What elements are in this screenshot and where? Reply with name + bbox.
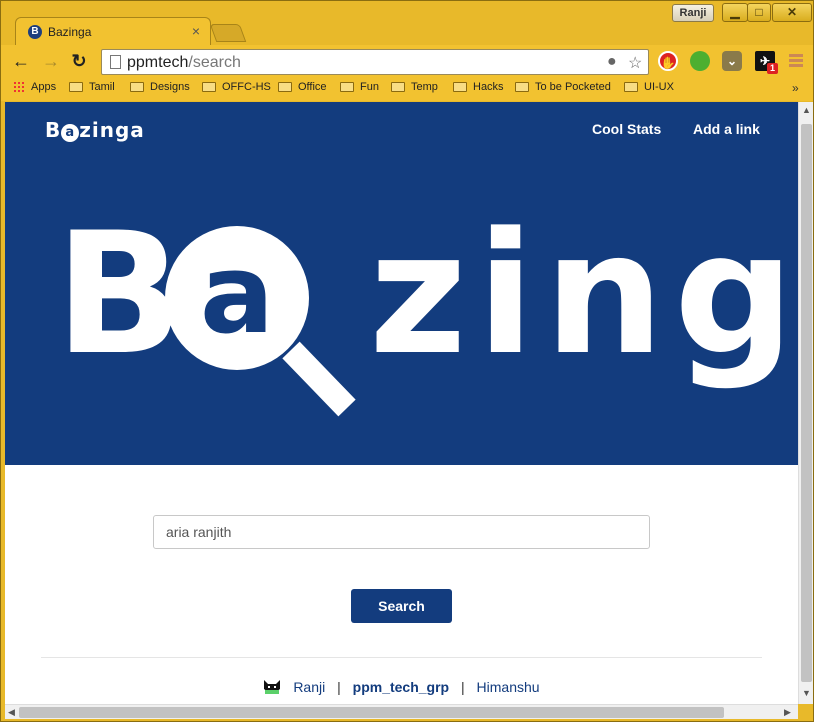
folder-icon [202, 82, 216, 92]
bazinga-favicon-icon: B [28, 25, 42, 39]
hero-logo-rest: zinga [369, 202, 798, 392]
bookmark-hacks[interactable]: Hacks [453, 81, 504, 93]
folder-icon [69, 82, 83, 92]
footer-divider [41, 657, 762, 658]
url-text: ppmtech/search [127, 54, 241, 71]
browser-toolbar: ← → ↻ ppmtech/search ● ☆ ✋ ⌄ ✈ 1 [1, 45, 813, 77]
hero-logo-a: a [200, 230, 274, 358]
profile-badge[interactable]: Ranji [672, 4, 714, 22]
vertical-scrollbar[interactable]: ▲ ▼ [798, 102, 813, 704]
folder-icon [391, 82, 405, 92]
extension-badge: 1 [767, 63, 778, 74]
folder-icon [278, 82, 292, 92]
bookmarks-bar: Apps Tamil Designs OFFC-HS Office Fun Te… [1, 77, 813, 101]
folder-icon [130, 82, 144, 92]
logo-magnifier-icon: a [61, 124, 80, 142]
footer-separator: | [337, 679, 341, 695]
pocket-icon[interactable]: ⌄ [722, 51, 742, 71]
address-bar[interactable]: ppmtech/search ● ☆ [101, 49, 649, 75]
bookmark-offc-hs[interactable]: OFFC-HS [202, 81, 271, 93]
bookmark-designs[interactable]: Designs [130, 81, 190, 93]
reload-icon[interactable]: ↻ [69, 51, 89, 71]
tab-title: Bazinga [48, 25, 92, 39]
evernote-icon[interactable] [690, 51, 710, 71]
footer: Ranji | ppm_tech_grp | Himanshu [5, 679, 798, 695]
bookmark-apps[interactable]: Apps [13, 81, 56, 93]
footer-group-link[interactable]: ppm_tech_grp [353, 679, 449, 695]
footer-user-link[interactable]: Ranji [293, 679, 325, 695]
back-arrow-icon[interactable]: ← [11, 51, 31, 71]
scroll-left-icon[interactable]: ◀ [8, 707, 15, 718]
bookmark-tamil[interactable]: Tamil [69, 81, 115, 93]
hero-logo: B a zinga [5, 202, 798, 462]
hero-banner: Bazinga Cool Stats Add a link B a zinga [5, 102, 798, 465]
scroll-right-icon[interactable]: ▶ [784, 707, 791, 718]
close-window-button[interactable]: ✕ [772, 3, 812, 22]
title-bar: B Bazinga × Ranji ▁ □ ✕ [1, 1, 813, 46]
bookmark-ui-ux[interactable]: UI-UX [624, 81, 674, 93]
minimize-button[interactable]: ▁ [722, 3, 748, 22]
search-input[interactable] [153, 515, 650, 549]
site-logo[interactable]: Ba zinga [45, 118, 145, 142]
bookmark-to-be-pocketed[interactable]: To be Pocketed [515, 81, 611, 93]
vertical-scroll-thumb[interactable] [801, 124, 812, 682]
lightbulb-icon[interactable]: ● [607, 53, 617, 71]
close-tab-icon[interactable]: × [192, 23, 200, 39]
page-icon [110, 55, 121, 69]
maximize-button[interactable]: □ [747, 3, 771, 22]
apps-grid-icon [13, 81, 25, 93]
add-link-link[interactable]: Add a link [693, 121, 760, 137]
adblock-icon[interactable]: ✋ [658, 51, 678, 71]
bookmark-temp[interactable]: Temp [391, 81, 438, 93]
menu-icon[interactable] [789, 54, 803, 68]
horizontal-scroll-thumb[interactable] [19, 707, 724, 718]
folder-icon [453, 82, 467, 92]
page-viewport: Ba zinga Cool Stats Add a link B a zing a … [5, 102, 798, 704]
bookmark-office[interactable]: Office [278, 81, 327, 93]
horizontal-scrollbar[interactable]: ◀ ▶ [5, 704, 798, 719]
bookmark-star-icon[interactable]: ☆ [628, 53, 642, 73]
bookmark-fun[interactable]: Fun [340, 81, 379, 93]
magnifier-icon: a [165, 226, 356, 417]
batman-avatar-icon [264, 680, 281, 694]
bookmarks-more-icon[interactable]: » [792, 81, 799, 95]
cool-stats-link[interactable]: Cool Stats [592, 121, 661, 137]
folder-icon [624, 82, 638, 92]
folder-icon [515, 82, 529, 92]
folder-icon [340, 82, 354, 92]
search-button[interactable]: Search [351, 589, 452, 623]
browser-window: B Bazinga × Ranji ▁ □ ✕ ← → ↻ ppmtech/se… [0, 0, 814, 722]
footer-separator: | [461, 679, 465, 695]
footer-other-link[interactable]: Himanshu [477, 679, 540, 695]
scroll-up-icon[interactable]: ▲ [802, 105, 811, 115]
new-tab-button[interactable] [209, 24, 247, 42]
tab-bazinga[interactable]: B Bazinga × [15, 17, 211, 46]
scroll-down-icon[interactable]: ▼ [802, 688, 811, 698]
forward-arrow-icon[interactable]: → [41, 51, 61, 71]
hero-logo-b: B [55, 202, 183, 392]
